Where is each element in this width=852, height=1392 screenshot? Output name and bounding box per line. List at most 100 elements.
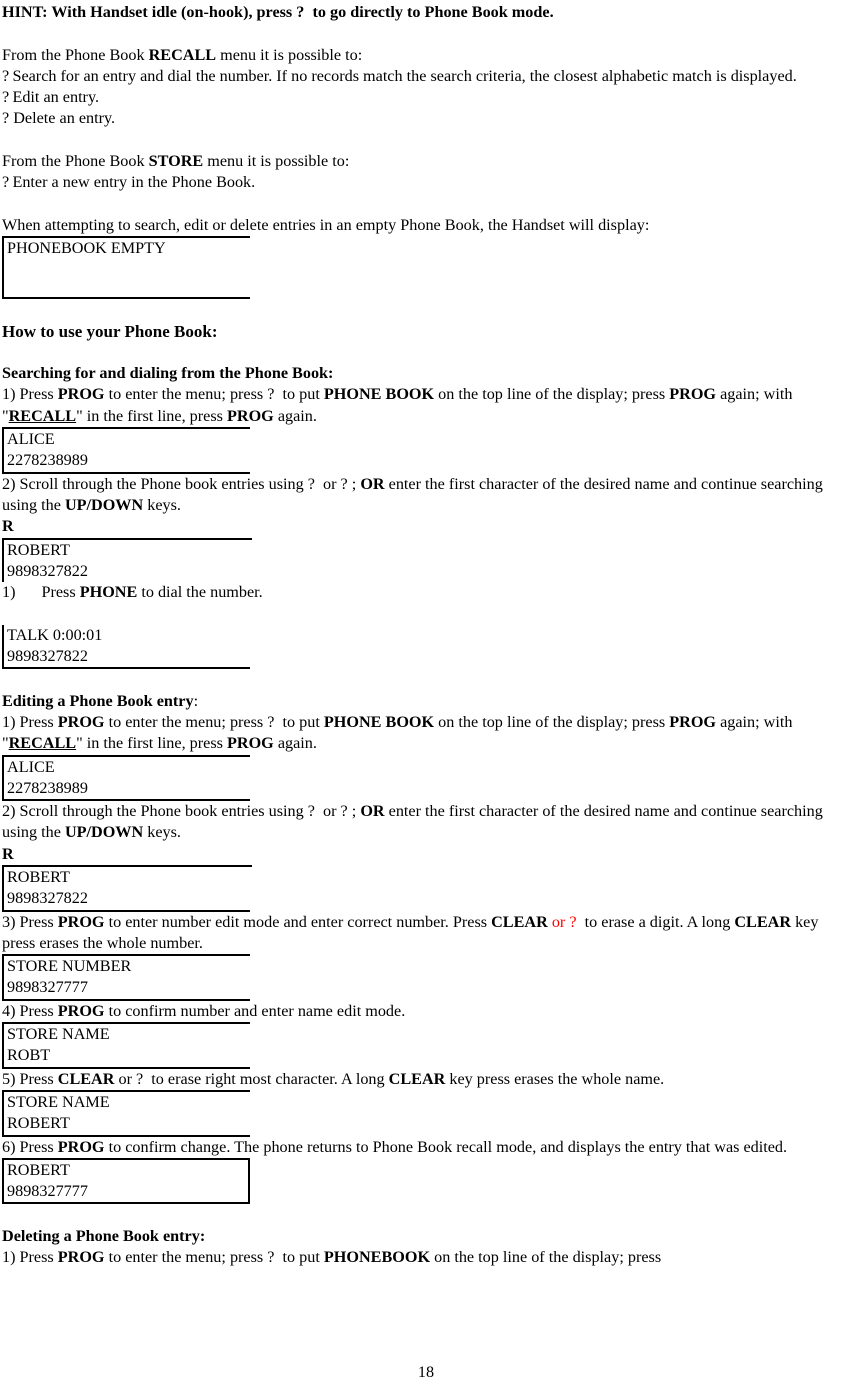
step-text: ; [347,474,361,493]
lcd-line-2: 2278238989 [7,778,88,797]
recall-intro-lead: From the Phone Book [2,45,149,64]
key-clear: CLEAR [388,1069,446,1088]
arrow-up-glyph-icon: ? [307,474,315,493]
store-keyword: STORE [148,152,204,171]
step-number: 1) Press [2,712,58,731]
step-text: ; [347,802,361,821]
lcd-line-2: 9898327822 [7,889,88,908]
editing-step-6: 6) Press PROG to confirm change. The pho… [2,1137,850,1158]
recall-intro: From the Phone Book RECALL menu it is po… [2,45,850,66]
key-prog: PROG [227,406,274,425]
lcd-line-1: ALICE [7,430,55,449]
step-number: 1) Press [2,1248,58,1267]
key-prog: PROG [57,1248,105,1267]
step-text: " in the first line, press [76,734,227,753]
key-clear: CLEAR [57,1069,115,1088]
page-number: 18 [417,1363,435,1381]
lcd-line-2: 9898327777 [7,978,88,997]
key-clear: CLEAR [491,912,548,931]
store-intro-lead: From the Phone Book [2,152,149,171]
label-or: OR [360,802,385,821]
step-number: 4) Press [2,1001,58,1020]
editing-step-4: 4) Press PROG to confirm number and ente… [2,1001,850,1022]
label-phone-book: PHONE BOOK [323,712,435,731]
lcd-display-phonebook-empty: PHONEBOOK EMPTY [2,236,250,300]
step-text: to enter the menu; press [104,385,268,404]
arrow-down-glyph-icon: ? [340,802,348,821]
document-page: HINT: With Handset idle (on-hook), press… [0,0,852,1392]
step-text: on the top line of the display; press [434,712,670,731]
hint-prefix: HINT: With Handset idle (on-hook), press [2,3,297,21]
deleting-step-1: 1) Press PROG to enter the menu; press ?… [2,1247,850,1268]
lcd-line-2: 9898327822 [7,561,88,580]
lcd-line-2: ROBERT [7,1114,70,1133]
lcd-display-robert-2: ROBERT 9898327822 [2,866,250,912]
recall-bullet-2: ? Edit an entry. [2,87,850,108]
lcd-display-store-number: STORE NUMBER 9898327777 [2,954,250,1001]
step-text: Press [41,583,80,602]
step-text: to enter number edit mode and enter corr… [104,912,492,931]
key-clear: CLEAR [734,912,792,931]
store-bullet-1-text: Enter a new entry in the Phone Book. [12,173,256,192]
recall-bullet-3: ? Delete an entry. [2,108,850,129]
step-text: to erase right most character. A long [151,1069,389,1088]
step-text: to dial the number. [137,583,263,602]
searching-step-3: 1) Press PHONE to dial the number. [2,582,850,603]
hint-suffix: to go directly to Phone Book mode. [312,3,554,21]
key-up-down: UP/DOWN [64,495,144,514]
empty-phonebook-note: When attempting to search, edit or delet… [2,215,650,234]
key-prog: PROG [57,1001,105,1020]
step-text: to put [282,712,324,731]
editing-step-1: 1) Press PROG to enter the menu; press ?… [2,712,850,755]
key-up-down: UP/DOWN [64,823,144,842]
key-prog: PROG [57,1137,105,1156]
searching-heading: Searching for and dialing from the Phone… [2,364,334,383]
lcd-line-1: ROBERT [7,867,70,886]
key-prog: PROG [57,712,105,731]
searching-step-1: 1) Press PROG to enter the menu; press ?… [2,384,850,427]
key-prog: PROG [57,385,105,404]
editing-heading: Editing a Phone Book entry: [2,691,850,712]
step-text: on the top line of the display; press [434,385,670,404]
step-text: keys. [143,495,181,514]
lcd-line-2: ROBT [7,1046,51,1065]
label-or: OR [360,474,385,493]
lcd-line-2: 2278238989 [7,451,88,470]
step-number: 6) Press [2,1137,58,1156]
lcd-display-alice-2: ALICE 2278238989 [2,754,250,802]
step-text: 2) Scroll through the Phone book entries… [2,474,308,493]
key-prog: PROG [57,912,105,931]
hint-line: HINT: With Handset idle (on-hook), press… [2,2,850,23]
lcd-line-1: STORE NAME [7,1025,110,1044]
editing-step-3: 3) Press PROG to enter number edit mode … [2,912,850,955]
lcd-line-1: ROBERT [7,540,70,559]
step-number: 3) Press [2,912,58,931]
label-phonebook: PHONEBOOK [323,1248,431,1267]
step-text: " in the first line, press [76,406,227,425]
step-text: again. [273,734,317,753]
step-text: 2) Scroll through the Phone book entries… [2,802,308,821]
editing-display-letter: R [2,844,14,863]
lcd-display-store-name-2: STORE NAME ROBERT [2,1089,250,1137]
store-bullet-1: ? Enter a new entry in the Phone Book. [2,172,850,193]
document-body: HINT: With Handset idle (on-hook), press… [2,2,850,1268]
recall-bullet-3-text: Delete an entry. [13,109,116,128]
step-text: or [323,474,341,493]
step-number: 1) [2,583,16,602]
lcd-line-2 [7,260,250,281]
lcd-display-alice-1: ALICE 2278238989 [2,427,250,474]
step-text: to enter the menu; press [104,712,268,731]
step-text: or [114,1069,137,1088]
step-text: to put [282,385,324,404]
lcd-display-store-name-1: STORE NAME ROBT [2,1022,250,1069]
lcd-display-robert-final: ROBERT 9898327777 [2,1157,250,1205]
step-text: to confirm change. The phone returns to … [104,1137,788,1156]
lcd-line-1: TALK 0:00:01 [7,625,103,644]
